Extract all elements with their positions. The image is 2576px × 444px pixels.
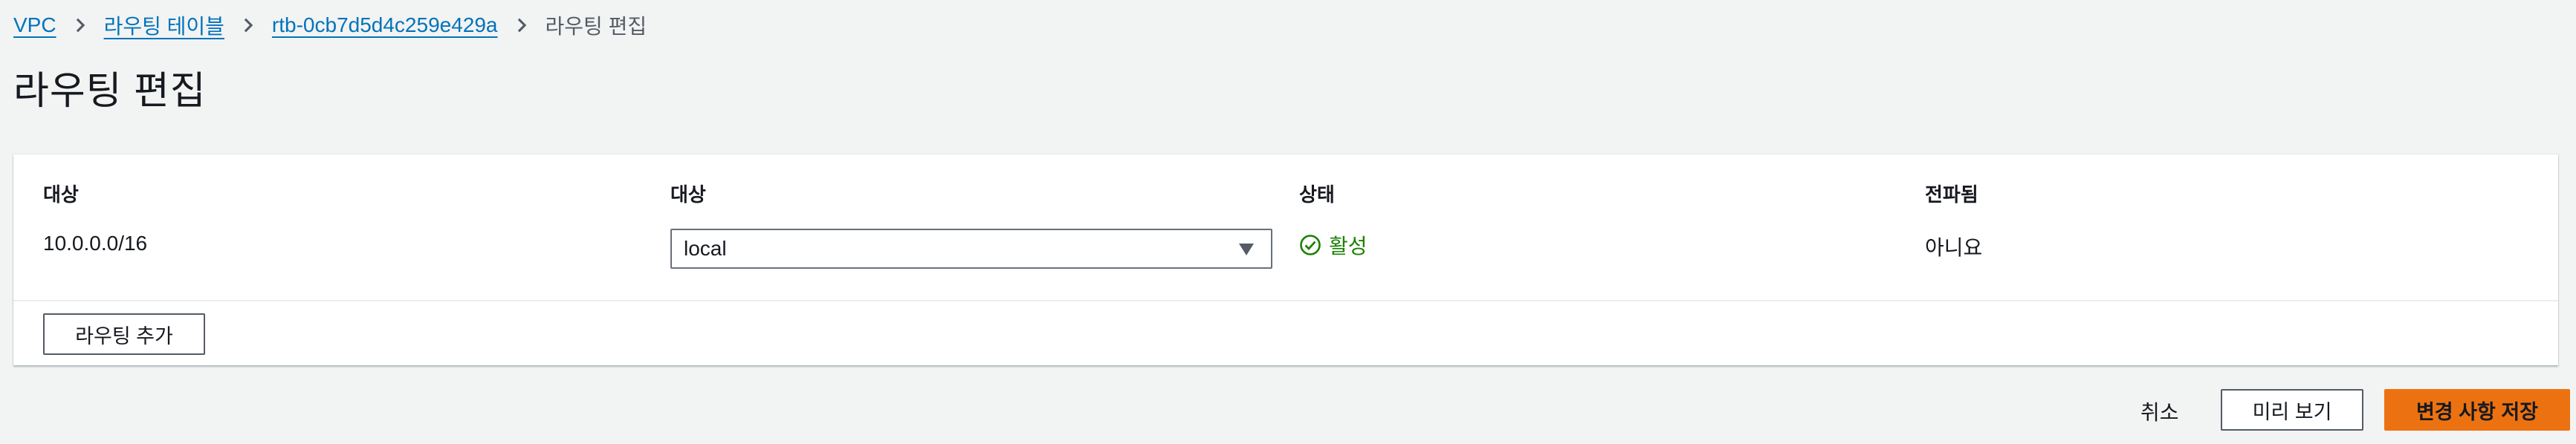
chevron-right-icon <box>224 10 272 40</box>
save-changes-button[interactable]: 변경 사항 저장 <box>2384 389 2570 431</box>
breadcrumb-route-tables-link[interactable]: 라우팅 테이블 <box>104 10 224 40</box>
status-success-icon <box>1300 235 1321 255</box>
add-route-button[interactable]: 라우팅 추가 <box>43 313 205 355</box>
cancel-button[interactable]: 취소 <box>2140 396 2179 426</box>
breadcrumb-route-table-id-link[interactable]: rtb-0cb7d5d4c259e429a <box>272 13 498 37</box>
column-header-status: 상태 <box>1299 183 1335 206</box>
column-header-destination: 대상 <box>43 183 79 206</box>
route-destination: 10.0.0.0/16 <box>43 232 148 255</box>
page-title: 라우팅 편집 <box>13 70 207 113</box>
target-select-value: local <box>684 237 727 260</box>
breadcrumb-vpc-link[interactable]: VPC <box>13 13 56 37</box>
chevron-right-icon <box>498 10 546 40</box>
column-header-propagated: 전파됨 <box>1925 183 1978 206</box>
target-select[interactable]: local <box>670 229 1272 269</box>
route-propagated: 아니요 <box>1925 236 1983 259</box>
status-badge: 활성 <box>1299 230 1368 260</box>
divider <box>13 300 2558 301</box>
routes-panel: 대상 대상 상태 전파됨 10.0.0.0/16 local 활성 아니요 라우… <box>13 154 2558 365</box>
status-text: 활성 <box>1329 235 1368 258</box>
column-header-target: 대상 <box>670 183 706 206</box>
breadcrumb: VPC 라우팅 테이블 rtb-0cb7d5d4c259e429a 라우팅 편집 <box>13 10 647 40</box>
chevron-right-icon <box>56 10 104 40</box>
caret-down-icon <box>1239 244 1254 255</box>
preview-button[interactable]: 미리 보기 <box>2221 389 2363 431</box>
breadcrumb-current: 라우팅 편집 <box>545 15 647 38</box>
